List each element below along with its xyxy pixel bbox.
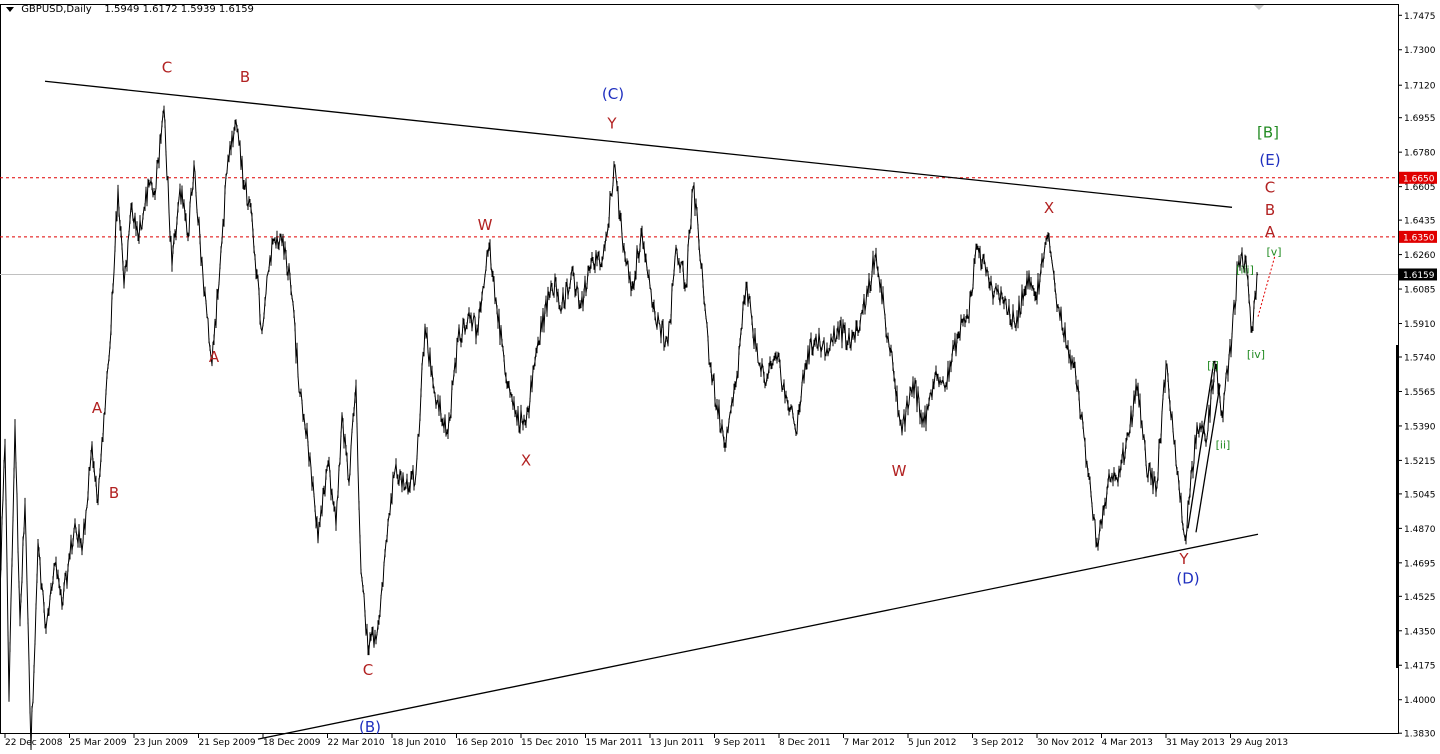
y-tick-label: 1.7300 <box>1404 46 1436 56</box>
y-tick-label: 1.6085 <box>1404 286 1436 296</box>
y-tick-label: 1.6260 <box>1404 251 1436 261</box>
wave-label: [i] <box>1207 359 1219 372</box>
wave-label: [B] <box>1257 123 1279 141</box>
y-tick-label: 1.6605 <box>1404 183 1436 193</box>
y-tick-label: 1.6780 <box>1404 149 1436 159</box>
x-tick-label: 22 Mar 2010 <box>328 738 385 748</box>
y-tick-label: 1.7120 <box>1404 82 1436 92</box>
y-tick-label: 1.4175 <box>1404 662 1436 672</box>
y-tick-label: 1.6955 <box>1404 114 1436 124</box>
y-tick-label: 1.4870 <box>1404 525 1436 535</box>
wave-label: C <box>1265 179 1275 197</box>
x-tick-label: 29 Aug 2013 <box>1231 738 1289 748</box>
x-tick-label: 15 Dec 2010 <box>521 738 579 748</box>
wave-label: Y <box>1178 550 1189 568</box>
x-tick-label: 9 Sep 2011 <box>715 738 766 748</box>
wave-label: [ii] <box>1216 439 1231 452</box>
y-tick-label: 1.5045 <box>1404 490 1436 500</box>
x-tick-label: 16 Sep 2010 <box>457 738 514 748</box>
wave-label: B <box>240 68 250 86</box>
plot-area <box>0 4 1399 734</box>
wave-label: [iv] <box>1247 348 1265 361</box>
wave-label: (B) <box>359 718 381 736</box>
y-tick-label: 1.4695 <box>1404 559 1436 569</box>
wave-label: (D) <box>1176 570 1199 588</box>
chart-menu-arrow-icon[interactable] <box>6 6 14 12</box>
wave-label: X <box>521 451 531 469</box>
wave-label: Y <box>606 115 617 133</box>
wave-label: C <box>162 58 172 76</box>
y-axis: 1.7475 1.7300 1.7120 1.6955 1.6780 1.6605 1.64… <box>1398 12 1437 740</box>
plot-frame <box>0 4 1399 734</box>
y-tick-label: 1.5740 <box>1404 354 1436 364</box>
price-label: 1.6159 <box>1403 271 1435 281</box>
y-tick-label: 1.4525 <box>1404 593 1436 603</box>
x-tick-label: 22 Dec 2008 <box>5 738 63 748</box>
x-tick-label: 18 Dec 2009 <box>263 738 321 748</box>
y-tick-label: 1.3830 <box>1404 730 1436 740</box>
wave-label: C <box>363 661 373 679</box>
y-tick-label: 1.7475 <box>1404 12 1436 22</box>
x-tick-label: 31 May 2013 <box>1166 738 1225 748</box>
wave-label: A <box>92 399 103 417</box>
y-tick-label: 1.5910 <box>1404 320 1436 330</box>
y-tick-label: 1.5215 <box>1404 457 1436 467</box>
chart-window[interactable]: C B A A B C (B) W X (C) Y W X Y (D) [B] (E) C B A [v] [iii] [i… <box>0 0 1440 752</box>
wave-label: W <box>892 462 907 480</box>
x-tick-label: 25 Mar 2009 <box>70 738 127 748</box>
y-tick-label: 1.5565 <box>1404 388 1436 398</box>
price-label: 1.6350 <box>1403 233 1435 243</box>
x-tick-label: 15 Mar 2011 <box>586 738 643 748</box>
wave-label: X <box>1044 199 1054 217</box>
wave-label: B <box>109 484 119 502</box>
y-tick-label: 1.4000 <box>1404 696 1436 706</box>
x-tick-label: 18 Jun 2010 <box>392 738 446 748</box>
symbol-label: GBPUSD,Daily <box>21 4 92 15</box>
x-tick-label: 23 Jun 2009 <box>134 738 188 748</box>
x-tick-label: 30 Nov 2012 <box>1037 738 1095 748</box>
price-label: 1.6650 <box>1403 174 1435 184</box>
wave-label: A <box>209 348 220 366</box>
x-tick-label: 5 Jun 2012 <box>908 738 956 748</box>
x-tick-label: 3 Sep 2012 <box>973 738 1024 748</box>
y-tick-label: 1.5390 <box>1404 422 1436 432</box>
chart-header[interactable]: GBPUSD,Daily 1.5949 1.6172 1.5939 1.6159 <box>6 4 254 15</box>
wave-label: [iii] <box>1236 263 1254 276</box>
wave-label: W <box>478 216 493 234</box>
x-tick-label: 8 Dec 2011 <box>779 738 831 748</box>
wave-label: [v] <box>1266 246 1281 259</box>
x-tick-label: 4 Mar 2013 <box>1102 738 1153 748</box>
wave-label: (C) <box>602 85 624 103</box>
y-tick-label: 1.4350 <box>1404 627 1436 637</box>
x-tick-label: 7 Mar 2012 <box>844 738 895 748</box>
chart-canvas[interactable]: CBAABC(B)WX(C)YWXY(D)[B](E)CBA[v][iii][i… <box>0 0 1440 752</box>
ohlc-values: 1.5949 1.6172 1.5939 1.6159 <box>104 4 254 15</box>
x-axis: 22 Dec 2008 25 Mar 2009 23 Jun 2009 21 Sep … <box>4 733 1289 748</box>
wave-label: A <box>1265 223 1276 241</box>
x-tick-label: 21 Sep 2009 <box>199 738 256 748</box>
wave-label: (E) <box>1259 151 1280 169</box>
x-tick-label: 13 Jun 2011 <box>650 738 704 748</box>
wave-label: B <box>1265 201 1275 219</box>
y-tick-label: 1.6435 <box>1404 217 1436 227</box>
